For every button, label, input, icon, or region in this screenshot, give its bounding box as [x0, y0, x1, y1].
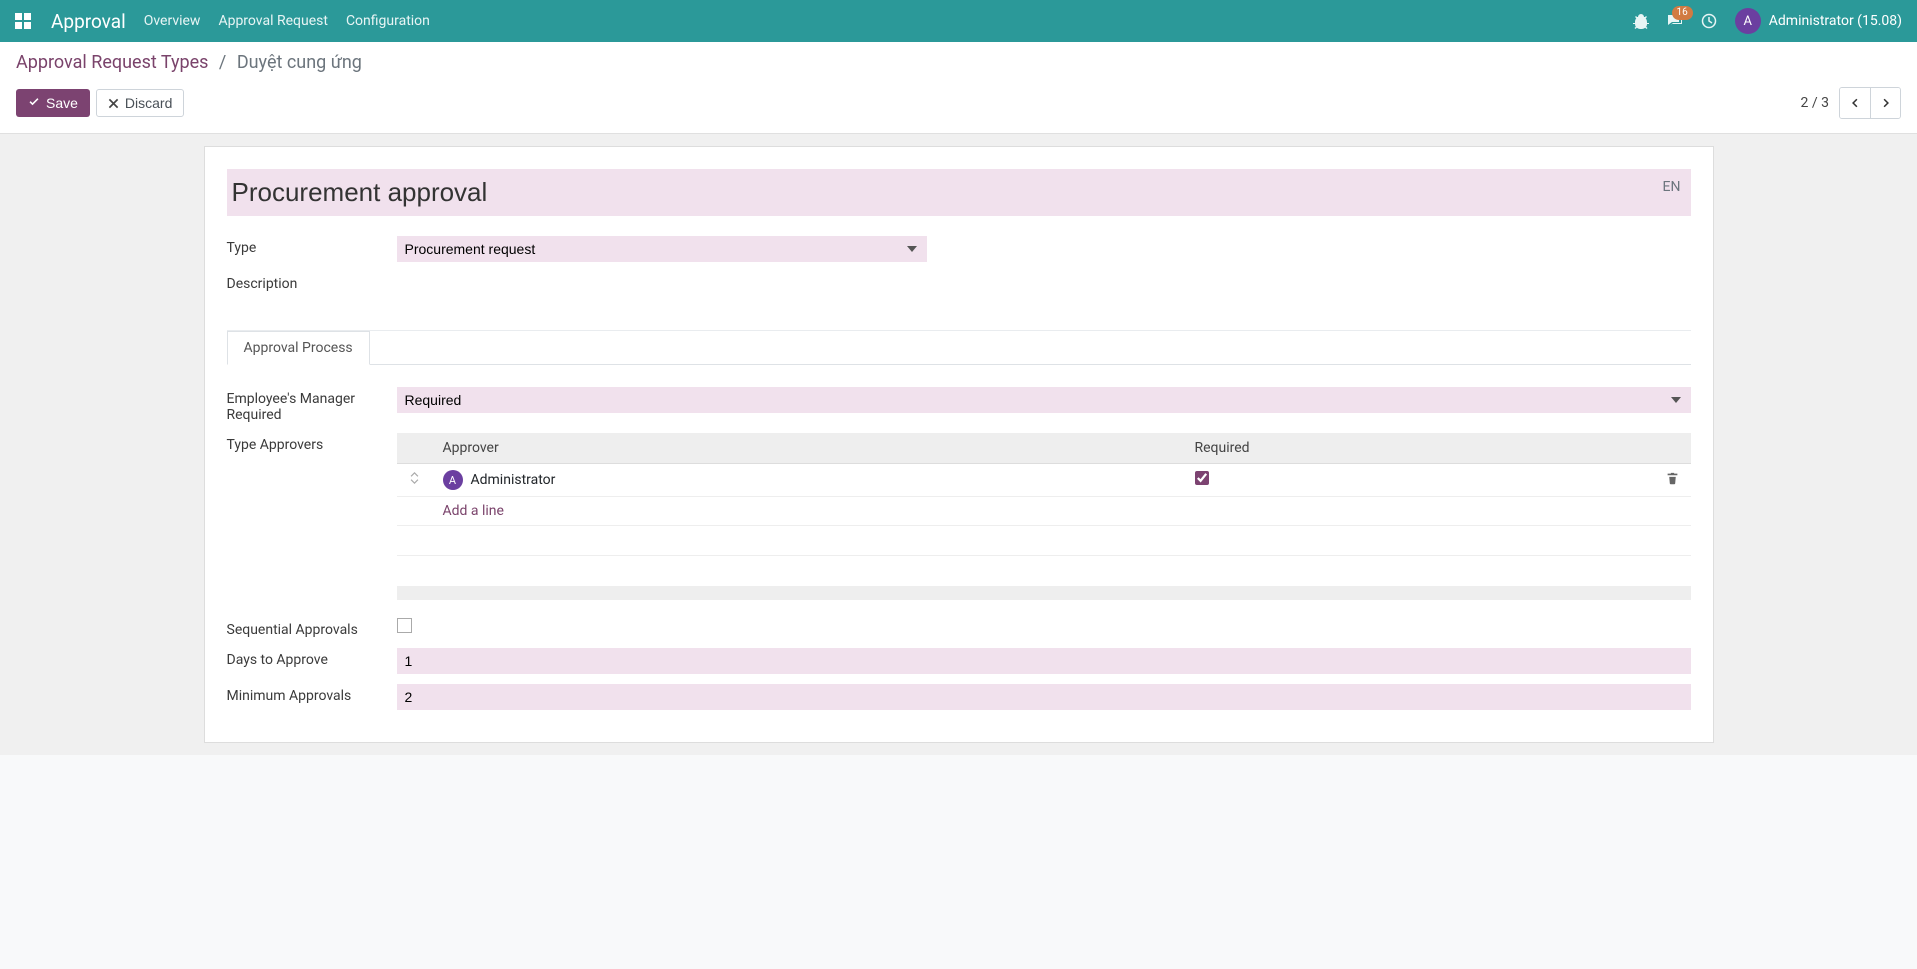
pager-count[interactable]: 2 / 3 — [1801, 95, 1829, 111]
table-row[interactable]: A Administrator — [397, 464, 1691, 497]
sheet-background: EN Type Procurement request Description … — [0, 134, 1917, 755]
table-footer — [397, 586, 1691, 600]
tab-approval-process[interactable]: Approval Process — [227, 331, 370, 365]
control-panel: Approval Request Types / Duyệt cung ứng … — [0, 42, 1917, 134]
col-approver[interactable]: Approver — [433, 433, 1185, 464]
messages-badge: 16 — [1672, 6, 1693, 20]
manager-required-select[interactable]: Required — [397, 387, 1691, 413]
breadcrumb: Approval Request Types / Duyệt cung ứng — [16, 52, 1901, 73]
approvers-table: Approver Required — [397, 433, 1691, 586]
name-input[interactable] — [227, 169, 1691, 216]
drag-handle-icon[interactable] — [397, 464, 433, 497]
pager: 2 / 3 — [1801, 87, 1901, 119]
required-checkbox[interactable] — [1195, 471, 1209, 485]
delete-row-icon[interactable] — [1666, 471, 1679, 489]
sequential-label: Sequential Approvals — [227, 618, 397, 638]
breadcrumb-parent[interactable]: Approval Request Types — [16, 52, 208, 73]
app-title: Approval — [51, 10, 126, 33]
translate-button[interactable]: EN — [1663, 179, 1681, 195]
apps-icon[interactable] — [15, 13, 31, 29]
sequential-checkbox[interactable] — [397, 618, 412, 633]
description-label: Description — [227, 272, 397, 292]
avatar: A — [1735, 8, 1761, 34]
pager-next[interactable] — [1870, 88, 1900, 118]
pager-prev[interactable] — [1840, 88, 1870, 118]
tabs: Approval Process — [227, 330, 1691, 365]
description-field[interactable] — [397, 272, 1691, 312]
messages-icon[interactable]: 16 — [1667, 13, 1683, 29]
debug-icon[interactable] — [1633, 13, 1649, 29]
nav-overview[interactable]: Overview — [144, 13, 201, 29]
breadcrumb-current: Duyệt cung ứng — [237, 52, 362, 73]
manager-required-label: Employee's Manager Required — [227, 387, 397, 423]
type-label: Type — [227, 236, 397, 256]
days-label: Days to Approve — [227, 648, 397, 668]
min-approvals-label: Minimum Approvals — [227, 684, 397, 704]
form-sheet: EN Type Procurement request Description … — [204, 146, 1714, 743]
user-menu[interactable]: A Administrator (15.08) — [1735, 8, 1902, 34]
nav-approval-request[interactable]: Approval Request — [218, 13, 327, 29]
add-line-button[interactable]: Add a line — [443, 503, 504, 519]
days-input[interactable] — [397, 648, 1691, 674]
top-navbar: Approval Overview Approval Request Confi… — [0, 0, 1917, 42]
min-approvals-input[interactable] — [397, 684, 1691, 710]
add-line-row: Add a line — [397, 497, 1691, 526]
type-approvers-label: Type Approvers — [227, 433, 397, 453]
user-name-label: Administrator (15.08) — [1769, 13, 1902, 29]
save-button[interactable]: Save — [16, 89, 90, 117]
discard-button[interactable]: Discard — [96, 89, 184, 117]
approver-avatar: A — [443, 470, 463, 490]
nav-configuration[interactable]: Configuration — [346, 13, 430, 29]
activity-icon[interactable] — [1701, 13, 1717, 29]
col-required[interactable]: Required — [1185, 433, 1655, 464]
approver-name[interactable]: Administrator — [471, 472, 556, 488]
type-select[interactable]: Procurement request — [397, 236, 927, 262]
